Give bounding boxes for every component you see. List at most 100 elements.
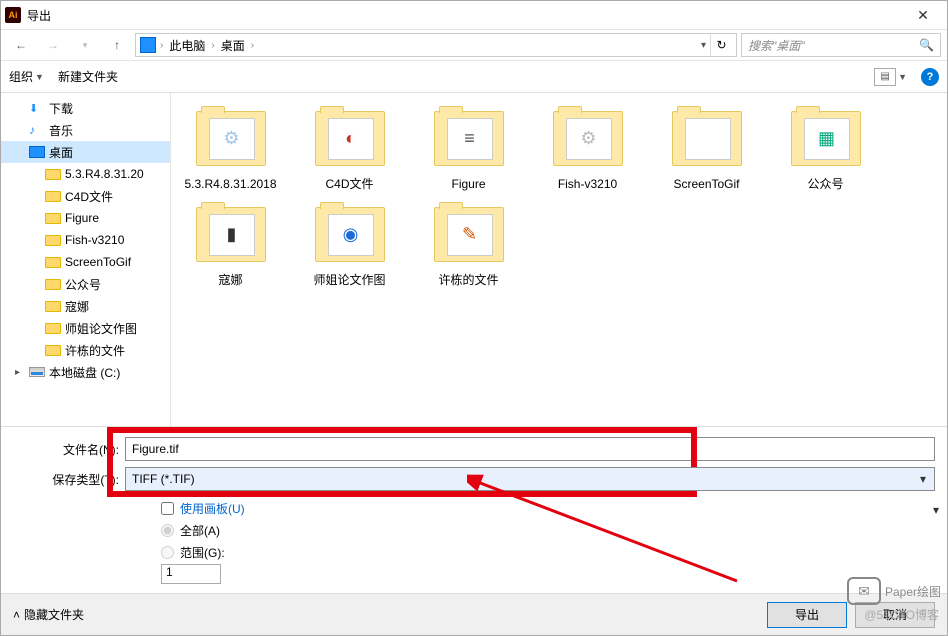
titlebar: Ai 导出 ✕ [1, 1, 947, 29]
filename-label: 文件名(N): [13, 441, 125, 458]
help-button[interactable]: ? [921, 68, 939, 86]
search-input[interactable]: 搜索"桌面" 🔍 [741, 33, 941, 57]
path-segment[interactable]: 此电脑 [167, 37, 207, 54]
folder-icon: ◐ [310, 103, 390, 173]
back-button[interactable]: ← [7, 33, 35, 57]
folder-item[interactable]: ScreenToGif [659, 103, 754, 191]
folder-icon [45, 213, 61, 224]
tree-item[interactable]: 许栋的文件 [1, 339, 170, 361]
cancel-button[interactable]: 取消 [855, 602, 935, 628]
tree-item[interactable]: 音乐 [1, 119, 170, 141]
range-input[interactable]: 1 [161, 564, 221, 584]
expand-icon[interactable]: ▸ [15, 367, 25, 378]
folder-item[interactable]: ◉师姐论文作图 [302, 199, 397, 287]
search-icon: 🔍 [919, 38, 934, 52]
chevron-down-icon[interactable]: ▾ [701, 40, 706, 51]
all-label: 全部(A) [180, 522, 220, 539]
organize-menu[interactable]: 组织▼ [9, 68, 44, 85]
folder-item[interactable]: ✎许栋的文件 [421, 199, 516, 287]
folder-icon: ▦ [786, 103, 866, 173]
filetype-combo[interactable]: TIFF (*.TIF) ▾ [125, 467, 935, 491]
tree-label: 下载 [49, 100, 73, 117]
tree-item[interactable]: Figure [1, 207, 170, 229]
folder-item[interactable]: ≡ Figure [421, 103, 516, 191]
tree-item[interactable]: 桌面 [1, 141, 170, 163]
export-dialog: Ai 导出 ✕ ← → ▾ ↑ › 此电脑 › 桌面 › ▾ ↻ 搜索"桌面" … [0, 0, 948, 636]
tree-item[interactable]: 公众号 [1, 273, 170, 295]
folder-icon: ✎ [429, 199, 509, 269]
search-placeholder: 搜索"桌面" [748, 37, 919, 54]
folder-icon [45, 301, 61, 312]
command-bar: 组织▼ 新建文件夹 ▤▼ ? [1, 61, 947, 93]
recent-dropdown[interactable]: ▾ [71, 33, 99, 57]
dl-icon [29, 101, 45, 115]
file-grid[interactable]: ⚙ 5.3.R4.8.31.2018 ◐C4D文件 ≡ Figure ⚙Fish-v321… [171, 93, 947, 426]
item-label: Figure [451, 177, 485, 191]
tree-label: 师姐论文作图 [65, 320, 137, 337]
item-label: 5.3.R4.8.31.2018 [184, 177, 276, 191]
monitor-icon [140, 37, 156, 53]
folder-item[interactable]: ▦ 公众号 [778, 103, 873, 191]
up-button[interactable]: ↑ [103, 33, 131, 57]
tree-item[interactable]: ScreenToGif [1, 251, 170, 273]
close-button[interactable]: ✕ [903, 2, 943, 28]
tree-label: C4D文件 [65, 188, 113, 205]
tree-label: 5.3.R4.8.31.20 [65, 167, 144, 181]
folder-icon: ◉ [310, 199, 390, 269]
tree-item[interactable]: 下载 [1, 97, 170, 119]
item-label: ScreenToGif [673, 177, 739, 191]
footer: ˄ 隐藏文件夹 导出 取消 [1, 593, 947, 635]
nav-tree: 下载音乐桌面 5.3.R4.8.31.20 C4D文件 Figure Fish-v321… [1, 93, 171, 426]
breadcrumb[interactable]: › 此电脑 › 桌面 › ▾ ↻ [135, 33, 737, 57]
form-area: 文件名(N): Figure.tif ▾ 保存类型(T): TIFF (*.TI… [1, 426, 947, 593]
folder-item[interactable]: ▮ 寇娜 [183, 199, 278, 287]
tree-item[interactable]: Fish-v3210 [1, 229, 170, 251]
refresh-button[interactable]: ↻ [710, 34, 732, 56]
filetype-label: 保存类型(T): [13, 471, 125, 488]
folder-icon [45, 257, 61, 268]
tree-item[interactable]: 寇娜 [1, 295, 170, 317]
tree-label: 桌面 [49, 144, 73, 161]
tree-item[interactable]: C4D文件 [1, 185, 170, 207]
range-label: 范围(G): [180, 544, 225, 561]
item-label: 寇娜 [218, 273, 242, 287]
tree-label: 本地磁盘 (C:) [49, 364, 120, 381]
folder-icon [45, 235, 61, 246]
chevron-right-icon: › [158, 40, 165, 51]
folder-item[interactable]: ⚙Fish-v3210 [540, 103, 635, 191]
folder-icon: ⚙ [191, 103, 271, 173]
hide-folders-toggle[interactable]: ˄ 隐藏文件夹 [13, 606, 84, 623]
tree-item[interactable]: ▸ 本地磁盘 (C:) [1, 361, 170, 383]
item-label: 公众号 [807, 177, 843, 191]
folder-item[interactable]: ⚙ 5.3.R4.8.31.2018 [183, 103, 278, 191]
nav-toolbar: ← → ▾ ↑ › 此电脑 › 桌面 › ▾ ↻ 搜索"桌面" 🔍 [1, 29, 947, 61]
folder-icon: ≡ [429, 103, 509, 173]
tree-label: 寇娜 [65, 298, 89, 315]
tree-label: Figure [65, 211, 99, 225]
tree-label: 音乐 [49, 122, 73, 139]
chevron-down-icon[interactable]: ▾ [927, 429, 945, 591]
path-segment[interactable]: 桌面 [219, 37, 247, 54]
tree-label: 许栋的文件 [65, 342, 125, 359]
range-radio[interactable] [161, 546, 174, 559]
new-folder-button[interactable]: 新建文件夹 [58, 68, 118, 85]
export-button[interactable]: 导出 [767, 602, 847, 628]
folder-icon [45, 323, 61, 334]
view-mode-button[interactable]: ▤▼ [874, 68, 907, 86]
use-artboard-checkbox[interactable] [161, 502, 174, 515]
folder-icon [45, 169, 61, 180]
tree-item[interactable]: 5.3.R4.8.31.20 [1, 163, 170, 185]
folder-item[interactable]: ◐C4D文件 [302, 103, 397, 191]
folder-icon [45, 345, 61, 356]
disk-icon [29, 367, 45, 377]
chevron-up-icon: ˄ [13, 608, 20, 622]
folder-icon: ▮ [191, 199, 271, 269]
chevron-right-icon: › [209, 40, 216, 51]
filename-input[interactable]: Figure.tif ▾ [125, 437, 935, 461]
all-radio[interactable] [161, 524, 174, 537]
tree-item[interactable]: 师姐论文作图 [1, 317, 170, 339]
desk-icon [29, 146, 45, 158]
chevron-down-icon[interactable]: ▾ [914, 470, 932, 488]
forward-button[interactable]: → [39, 33, 67, 57]
folder-icon [667, 103, 747, 173]
